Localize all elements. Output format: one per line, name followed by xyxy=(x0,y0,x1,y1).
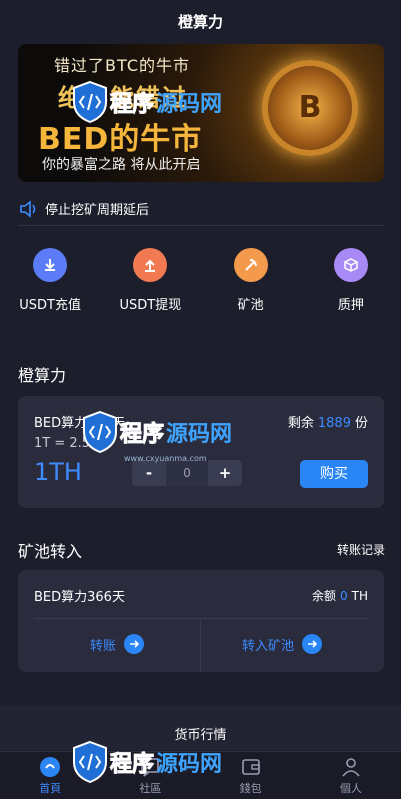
quantity-input[interactable]: 0 xyxy=(166,460,208,486)
arrow-right-icon xyxy=(302,634,323,654)
tab-label: 社區 xyxy=(139,781,162,795)
divider xyxy=(34,618,368,619)
power-section-title: 橙算力 xyxy=(18,366,67,385)
into-pool-button[interactable]: 转入矿池 xyxy=(242,634,323,654)
wallet-icon xyxy=(241,758,260,775)
quick-actions: USDT充值 USDT提现 矿池 质押 xyxy=(0,244,401,324)
decrement-button[interactable]: - xyxy=(132,464,166,482)
quick-action-label: USDT充值 xyxy=(19,298,81,313)
remain-count: 剩余 1889 份 xyxy=(288,412,368,431)
promo-banner[interactable]: 错过了BTC的牛市 绝不能错过 BED的牛市 你的暴富之路 将从此开启 xyxy=(18,44,384,182)
pool-transfer-card: BED算力366天 余额 0 TH 转账 转入矿池 xyxy=(18,570,384,672)
speaker-icon xyxy=(20,199,36,218)
pickaxe-icon xyxy=(233,248,268,282)
remain-unit: 份 xyxy=(354,416,368,431)
transfer-button[interactable]: 转账 xyxy=(90,634,145,654)
pool-product-name: BED算力366天 xyxy=(34,590,125,605)
quick-action-mining-pool[interactable]: 矿池 xyxy=(201,244,301,324)
balance-value: 0 xyxy=(340,589,348,603)
tab-label: 首頁 xyxy=(39,781,62,795)
product-name: BED算力366天 xyxy=(34,416,125,431)
exchange-rate: 1T = 2.50U xyxy=(34,436,108,451)
quick-action-stake[interactable]: 质押 xyxy=(301,244,401,324)
notice-text: 停止挖矿周期延后 xyxy=(45,203,150,218)
arrow-right-icon xyxy=(124,634,145,654)
page-title: 橙算力 xyxy=(177,13,223,31)
balance-label: 余额 xyxy=(311,589,336,603)
banner-line-2: 绝不能错过 xyxy=(58,84,188,112)
page-header: 橙算力 xyxy=(0,0,401,44)
quick-action-usdt-deposit[interactable]: USDT充值 xyxy=(0,244,100,324)
tab-profile[interactable]: 個人 xyxy=(301,752,401,799)
bottom-tab-bar: 首頁 社區 錢包 個人 xyxy=(0,751,401,799)
tab-wallet[interactable]: 錢包 xyxy=(201,752,301,799)
quick-action-label: 矿池 xyxy=(237,298,264,313)
tab-label: 錢包 xyxy=(239,781,262,795)
market-title: 货币行情 xyxy=(174,728,227,743)
unit-size: 1TH xyxy=(34,458,82,486)
tab-home[interactable]: 首頁 xyxy=(0,752,100,799)
transfer-label: 转账 xyxy=(90,638,117,654)
balance: 余额 0 TH xyxy=(312,587,368,604)
community-icon xyxy=(141,757,160,777)
banner-line-1: 错过了BTC的牛市 xyxy=(54,56,190,75)
banner-line-4: 你的暴富之路 将从此开启 xyxy=(42,157,201,173)
cube-icon xyxy=(333,248,368,282)
quantity-stepper[interactable]: - 0 + xyxy=(132,460,242,486)
tab-community[interactable]: 社區 xyxy=(100,752,200,799)
increment-button[interactable]: + xyxy=(208,464,242,482)
upload-icon xyxy=(133,248,168,282)
transfer-record-link[interactable]: 转账记录 xyxy=(337,541,385,558)
download-icon xyxy=(33,248,68,282)
buy-button[interactable]: 购买 xyxy=(300,460,368,488)
remain-label: 剩余 xyxy=(287,416,314,431)
bitcoin-wheel-icon xyxy=(262,60,358,156)
banner-line-3: BED的牛市 xyxy=(38,122,203,157)
home-icon xyxy=(40,756,61,777)
tab-label: 個人 xyxy=(339,781,362,795)
remain-value: 1889 xyxy=(317,416,351,431)
into-pool-label: 转入矿池 xyxy=(242,638,295,654)
power-product-card: BED算力366天 剩余 1889 份 1T = 2.50U 1TH - 0 + 购… xyxy=(18,396,384,508)
market-section-header: 货币行情 xyxy=(0,706,401,750)
quick-action-usdt-withdraw[interactable]: USDT提现 xyxy=(100,244,200,324)
quick-action-label: USDT提现 xyxy=(119,298,182,313)
divider xyxy=(200,618,201,672)
user-icon xyxy=(342,757,360,777)
pool-section-title: 矿池转入 xyxy=(18,542,83,561)
notice-bar[interactable]: 停止挖矿周期延后 xyxy=(18,192,384,226)
balance-unit: TH xyxy=(351,589,368,603)
quick-action-label: 质押 xyxy=(337,298,364,313)
